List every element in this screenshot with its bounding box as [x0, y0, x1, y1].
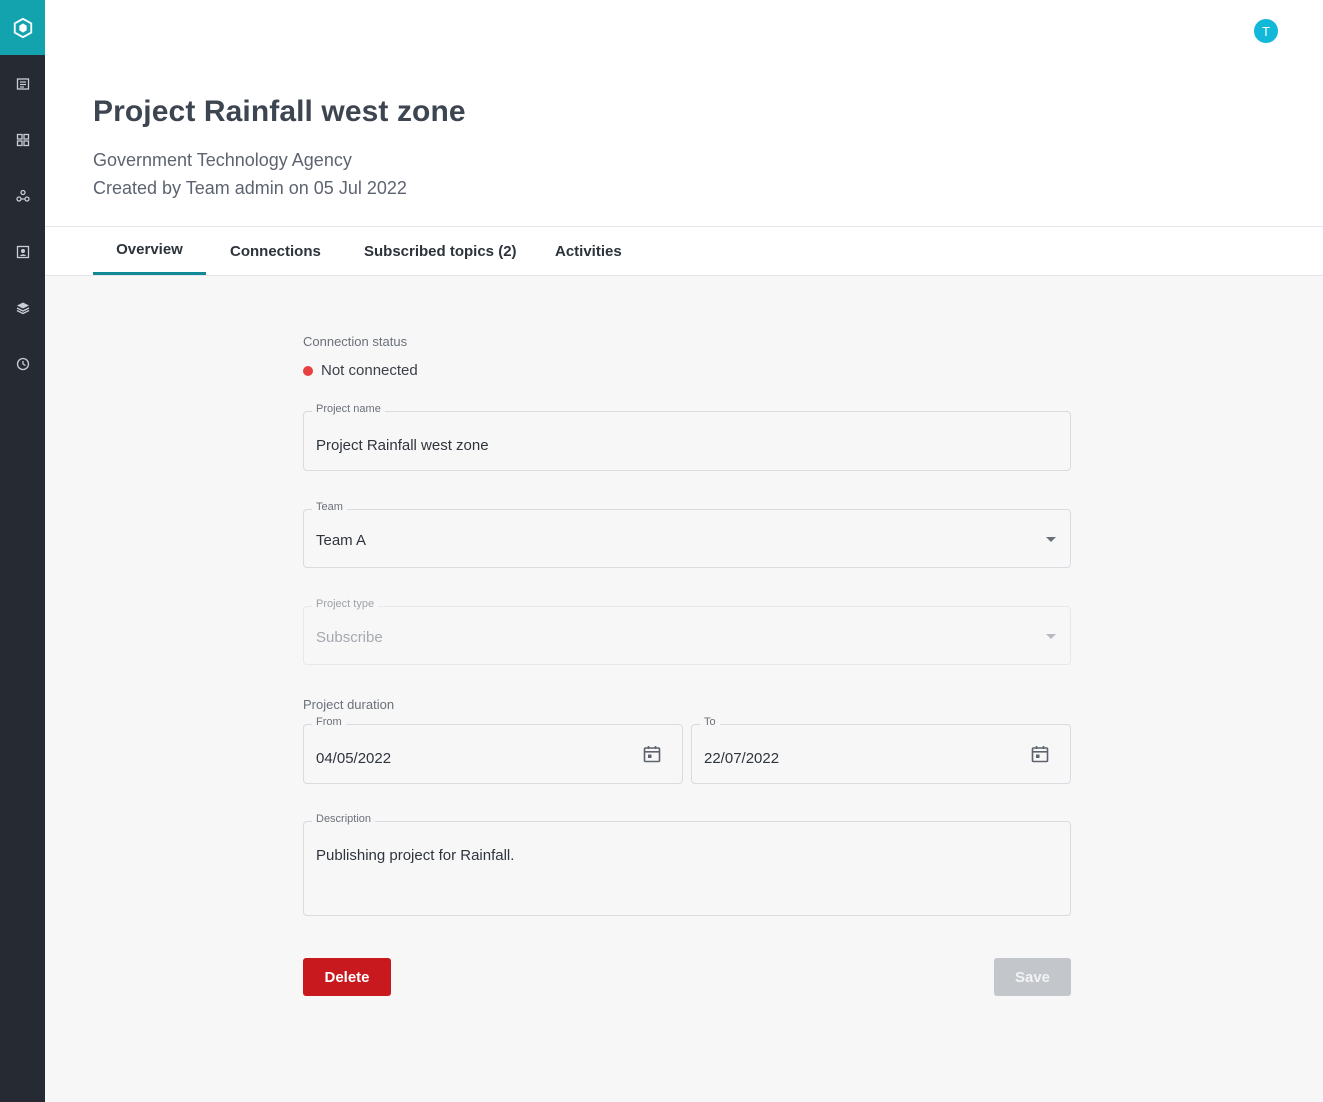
from-date-field[interactable]: From 04/05/2022	[303, 716, 683, 784]
project-name-label: Project name	[312, 403, 385, 415]
connection-status-value: Not connected	[321, 362, 418, 379]
sidebar	[0, 0, 45, 1102]
project-name-field[interactable]: Project name Project Rainfall west zone	[303, 403, 1071, 471]
catalog-icon[interactable]	[0, 70, 45, 98]
delete-button[interactable]: Delete	[303, 958, 391, 996]
project-name-value[interactable]: Project Rainfall west zone	[316, 437, 489, 454]
to-date-label: To	[700, 716, 720, 728]
tab-bar: Overview Connections Subscribed topics (…	[45, 227, 1323, 276]
page-title: Project Rainfall west zone	[93, 95, 466, 128]
chevron-down-icon[interactable]	[1046, 537, 1056, 542]
project-type-select: Project type Subscribe	[303, 598, 1071, 665]
chevron-down-icon	[1046, 634, 1056, 639]
main-content: Connection status Not connected Project …	[45, 276, 1323, 1102]
to-date-field[interactable]: To 22/07/2022	[691, 716, 1071, 784]
from-date-value[interactable]: 04/05/2022	[316, 750, 391, 767]
app-logo[interactable]	[0, 0, 45, 55]
clock-icon[interactable]	[0, 350, 45, 378]
team-select[interactable]: Team Team A	[303, 501, 1071, 568]
description-value[interactable]: Publishing project for Rainfall.	[316, 847, 514, 864]
team-value: Team A	[316, 532, 367, 549]
team-label: Team	[312, 501, 347, 513]
app-logo-icon	[13, 17, 32, 38]
created-info: Created by Team admin on 05 Jul 2022	[93, 178, 407, 198]
tab-subscribed-topics[interactable]: Subscribed topics (2)	[364, 227, 517, 275]
calendar-icon[interactable]	[1030, 744, 1050, 764]
save-button[interactable]: Save	[994, 958, 1071, 996]
tab-connections[interactable]: Connections	[230, 227, 321, 275]
page-header: T Project Rainfall west zone Government …	[45, 0, 1323, 227]
description-label: Description	[312, 813, 376, 825]
project-type-label: Project type	[312, 598, 379, 610]
organization-name: Government Technology Agency	[93, 150, 352, 170]
connection-status-label: Connection status	[303, 334, 408, 349]
from-date-label: From	[312, 716, 346, 728]
description-field[interactable]: Description Publishing project for Rainf…	[303, 813, 1071, 916]
status-dot-icon	[303, 365, 313, 376]
contacts-icon[interactable]	[0, 238, 45, 266]
tab-overview[interactable]: Overview	[93, 227, 206, 275]
project-duration-label: Project duration	[303, 697, 395, 712]
connection-status: Not connected	[303, 362, 418, 379]
user-avatar[interactable]: T	[1254, 19, 1278, 43]
network-icon[interactable]	[0, 182, 45, 210]
project-type-value: Subscribe	[316, 629, 383, 646]
grid-icon[interactable]	[0, 126, 45, 154]
to-date-value[interactable]: 22/07/2022	[704, 750, 779, 767]
layers-icon[interactable]	[0, 294, 45, 322]
tab-activities[interactable]: Activities	[555, 227, 622, 275]
calendar-icon[interactable]	[642, 744, 662, 764]
